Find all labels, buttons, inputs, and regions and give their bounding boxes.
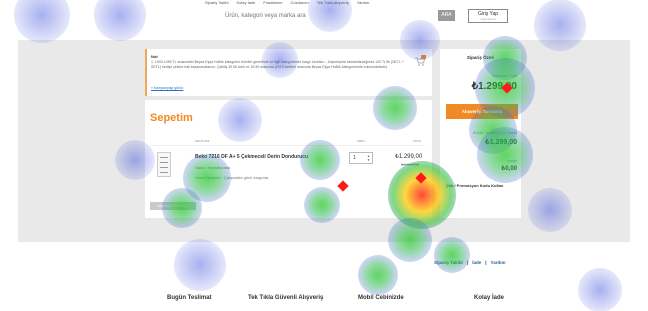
topnav-wallet[interactable]: Cüzdanım — [291, 0, 309, 8]
products-total: ₺1.299,00 — [485, 139, 517, 146]
footer-help[interactable]: Yardım — [490, 260, 505, 265]
notice-text: 1. 1000-1499 TL arasındaki Beyaz Eşya Ho… — [151, 60, 404, 69]
heatmap-spot — [174, 239, 226, 291]
product-image[interactable] — [157, 152, 171, 177]
footer-links: Sipariş Takibi | İade | Yardım — [434, 260, 506, 265]
product-shipping: Yarın Kargoda · Çarşamba günü kargoda — [195, 175, 269, 180]
summary-total-label: Ödenecek Tutar — [492, 74, 517, 78]
feature-one-click: Tek Tıkla Güvenli Alışveriş — [248, 295, 324, 301]
continue-shopping-button[interactable]: Alışverişe Devam Et — [150, 202, 196, 210]
product-old-price: ₺1.399,00 — [401, 162, 420, 167]
notice-title: Not — [151, 54, 158, 59]
cart-icon — [415, 55, 426, 66]
topnav-one-click[interactable]: Tek Tıkla Alışveriş — [317, 0, 349, 8]
topnav-help[interactable]: Yardım — [357, 0, 370, 8]
column-price: FİYAT — [413, 139, 422, 143]
topnav-order-tracking[interactable]: Sipariş Takibi — [205, 0, 229, 8]
top-navigation: Sipariş Takibi Kolay İade Fırsatlarım Cü… — [205, 0, 445, 8]
feature-same-day: Bugün Teslimat — [167, 295, 212, 301]
checkout-button[interactable]: Alışverişi Tamamla — [446, 104, 518, 119]
product-name[interactable]: Beko 7216 DF A+ 5 Çekmeceli Derin Dondur… — [195, 154, 308, 160]
shipping-label: Kargo — [507, 159, 517, 163]
column-product: ÜRÜN ADI — [195, 139, 210, 143]
topnav-deals[interactable]: Fırsatlarım — [263, 0, 282, 8]
feature-mobile: Mobil Cebinizde — [358, 295, 404, 301]
quantity-stepper[interactable]: 1 ▲ ▼ — [349, 152, 373, 164]
notice-more-link[interactable]: » Kampanyayı görün — [151, 86, 183, 90]
footer-return[interactable]: İade — [472, 260, 481, 265]
product-seller: Satıcı: Hepsiburada — [195, 165, 231, 170]
cart-panel: Sepetim ÜRÜN ADI ADET FİYAT Beko 7216 DF… — [145, 100, 432, 218]
promo-code-link[interactable]: Çek / Promosyon Kodu Kullan — [446, 183, 503, 188]
heatmap-spot — [358, 255, 398, 295]
search-button[interactable]: ARA — [438, 10, 455, 21]
stepper-arrows-icon[interactable]: ▲ ▼ — [367, 154, 370, 162]
column-quantity: ADET — [357, 139, 366, 143]
header-divider — [150, 145, 425, 146]
feature-easy-return: Kolay İade — [474, 295, 505, 301]
summary-title: Sipariş Özeti — [466, 55, 495, 60]
heatmap-spot — [578, 268, 622, 311]
heatmap-spot — [14, 0, 70, 43]
summary-total: ₺1.299,00 — [471, 81, 517, 92]
cart-title: Sepetim — [150, 112, 193, 124]
order-summary: Sipariş Özeti Ödenecek Tutar ₺1.299,00 A… — [440, 49, 521, 218]
login-button[interactable]: Giriş Yap veya üye ol — [468, 9, 508, 23]
login-sub-label: veya üye ol — [480, 17, 496, 21]
footer-order-tracking[interactable]: Sipariş Takibi — [434, 260, 463, 265]
products-total-label: Ürünler Toplamı (KDV Dahil) — [472, 131, 517, 135]
shipping-value: ₺0,00 — [501, 166, 518, 172]
search-input[interactable]: Ürün, kategori veya marka ara — [225, 13, 306, 19]
heatmap-spot — [94, 0, 146, 41]
topnav-easy-return[interactable]: Kolay İade — [237, 0, 256, 8]
campaign-notice: Not 1. 1000-1499 TL arasındaki Beyaz Eşy… — [145, 49, 432, 96]
product-price: ₺1.299,00 — [395, 154, 423, 160]
heatmap-spot — [434, 237, 470, 273]
quantity-value: 1 — [353, 155, 356, 161]
